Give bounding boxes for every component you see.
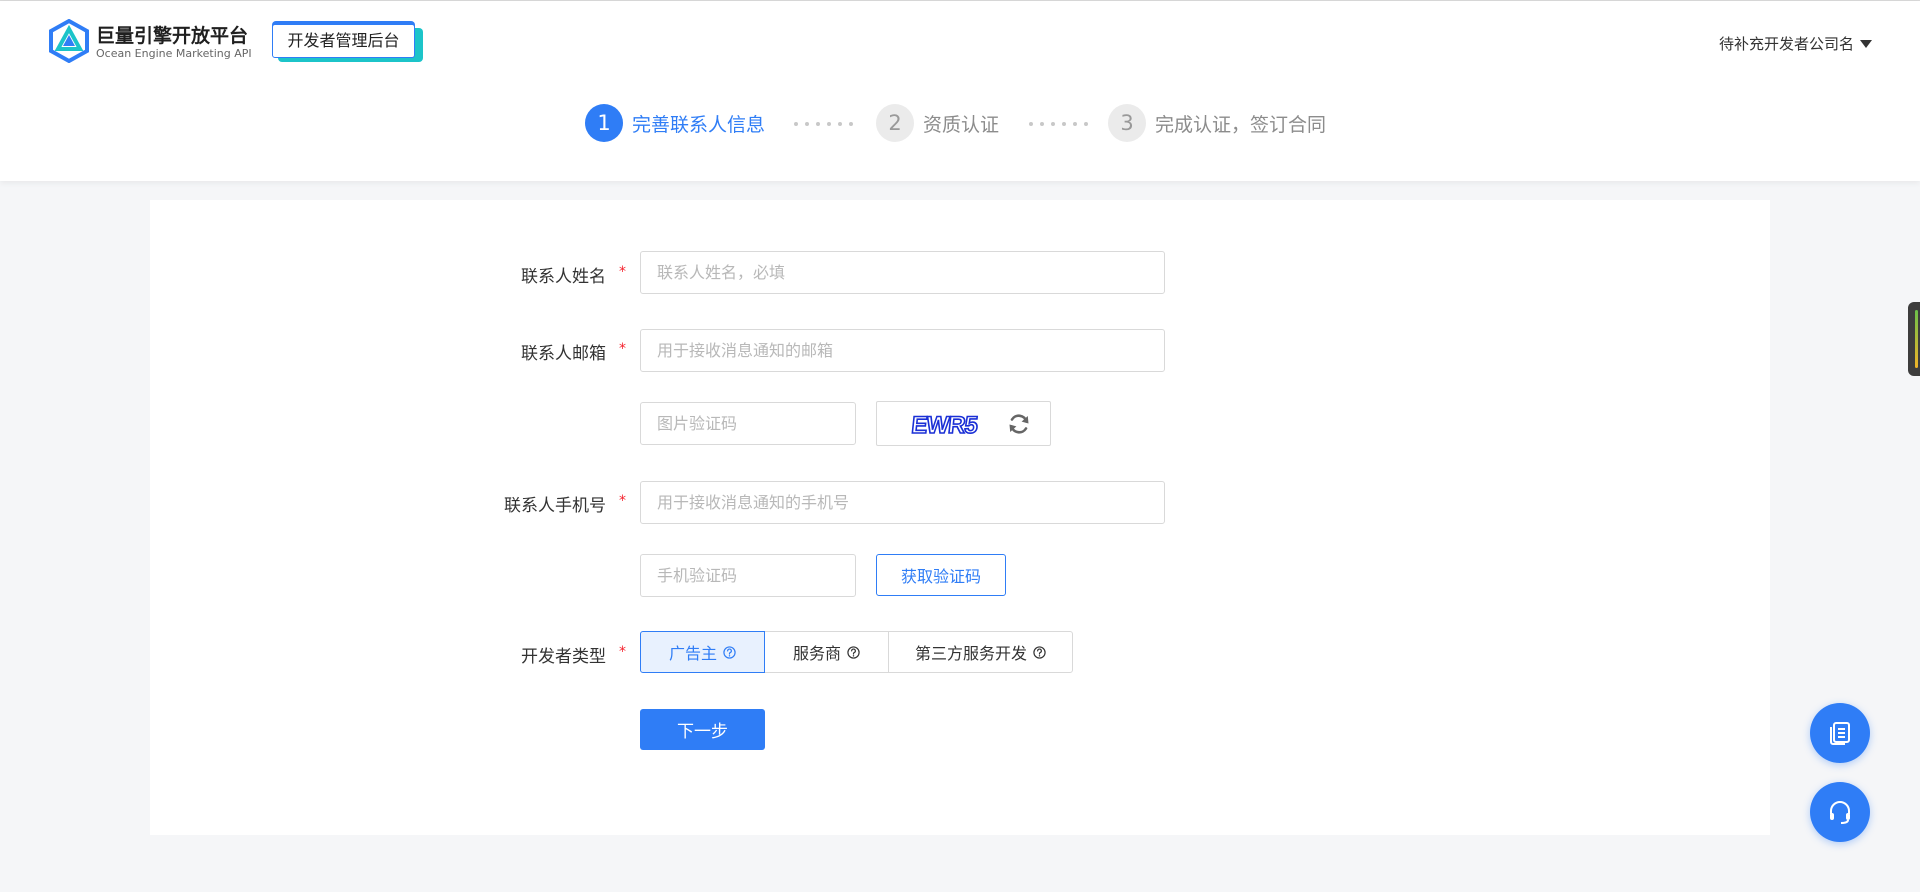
captcha-text: EWR5 bbox=[911, 412, 979, 438]
required-mark: * bbox=[619, 264, 626, 280]
side-widget-tab[interactable] bbox=[1908, 302, 1920, 376]
brand-title: 巨量引擎开放平台 bbox=[96, 25, 249, 47]
next-step-button[interactable]: 下一步 bbox=[640, 709, 765, 750]
headset-icon bbox=[1830, 801, 1850, 824]
header: 巨量引擎开放平台 Ocean Engine Marketing API 开发者管… bbox=[0, 1, 1920, 181]
company-name: 待补充开发者公司名 bbox=[1718, 35, 1854, 53]
document-button[interactable] bbox=[1810, 703, 1870, 763]
question-circle-icon[interactable] bbox=[847, 645, 860, 659]
admin-badge-label: 开发者管理后台 bbox=[272, 24, 415, 58]
developer-type-label: 开发者类型 bbox=[521, 647, 606, 667]
contact-email-input[interactable] bbox=[640, 329, 1165, 372]
step-3-number: 3 bbox=[1108, 104, 1146, 142]
get-code-button[interactable]: 获取验证码 bbox=[876, 554, 1006, 596]
required-mark: * bbox=[619, 341, 626, 357]
contact-name-label: 联系人姓名 bbox=[521, 267, 606, 287]
step-3-label: 完成认证，签订合同 bbox=[1155, 114, 1327, 136]
step-2-label: 资质认证 bbox=[923, 114, 1000, 136]
captcha-box: EWR5 bbox=[876, 401, 1051, 446]
step-1-number: 1 bbox=[585, 104, 623, 142]
support-button[interactable] bbox=[1810, 782, 1870, 842]
caret-down-icon bbox=[1860, 40, 1872, 48]
step-2-number: 2 bbox=[876, 104, 914, 142]
ocean-engine-logo-icon bbox=[49, 19, 89, 63]
image-code-input[interactable] bbox=[640, 402, 856, 445]
captcha-image[interactable]: EWR5 bbox=[911, 412, 985, 438]
refresh-icon[interactable] bbox=[1007, 412, 1031, 436]
contact-phone-label: 联系人手机号 bbox=[504, 496, 606, 516]
dev-type-service-provider[interactable]: 服务商 bbox=[764, 631, 889, 673]
admin-badge: 开发者管理后台 bbox=[270, 21, 425, 63]
contact-email-label: 联系人邮箱 bbox=[521, 344, 606, 364]
question-circle-icon[interactable] bbox=[723, 645, 736, 659]
required-mark: * bbox=[619, 644, 626, 660]
brand-subtitle: Ocean Engine Marketing API bbox=[96, 47, 252, 60]
document-icon bbox=[1830, 722, 1850, 745]
developer-type-selector: 广告主 服务商 第三方服务开发 bbox=[640, 631, 1073, 673]
contact-name-input[interactable] bbox=[640, 251, 1165, 294]
step-divider-2 bbox=[1029, 122, 1088, 126]
required-mark: * bbox=[619, 493, 626, 509]
step-divider-1 bbox=[794, 122, 853, 126]
contact-phone-input[interactable] bbox=[640, 481, 1165, 524]
step-1-label: 完善联系人信息 bbox=[632, 114, 766, 136]
question-circle-icon[interactable] bbox=[1033, 645, 1046, 659]
company-menu[interactable]: 待补充开发者公司名 bbox=[1719, 33, 1872, 54]
dev-type-advertiser[interactable]: 广告主 bbox=[640, 631, 765, 673]
dev-type-third-party[interactable]: 第三方服务开发 bbox=[888, 631, 1073, 673]
sms-code-input[interactable] bbox=[640, 554, 856, 597]
